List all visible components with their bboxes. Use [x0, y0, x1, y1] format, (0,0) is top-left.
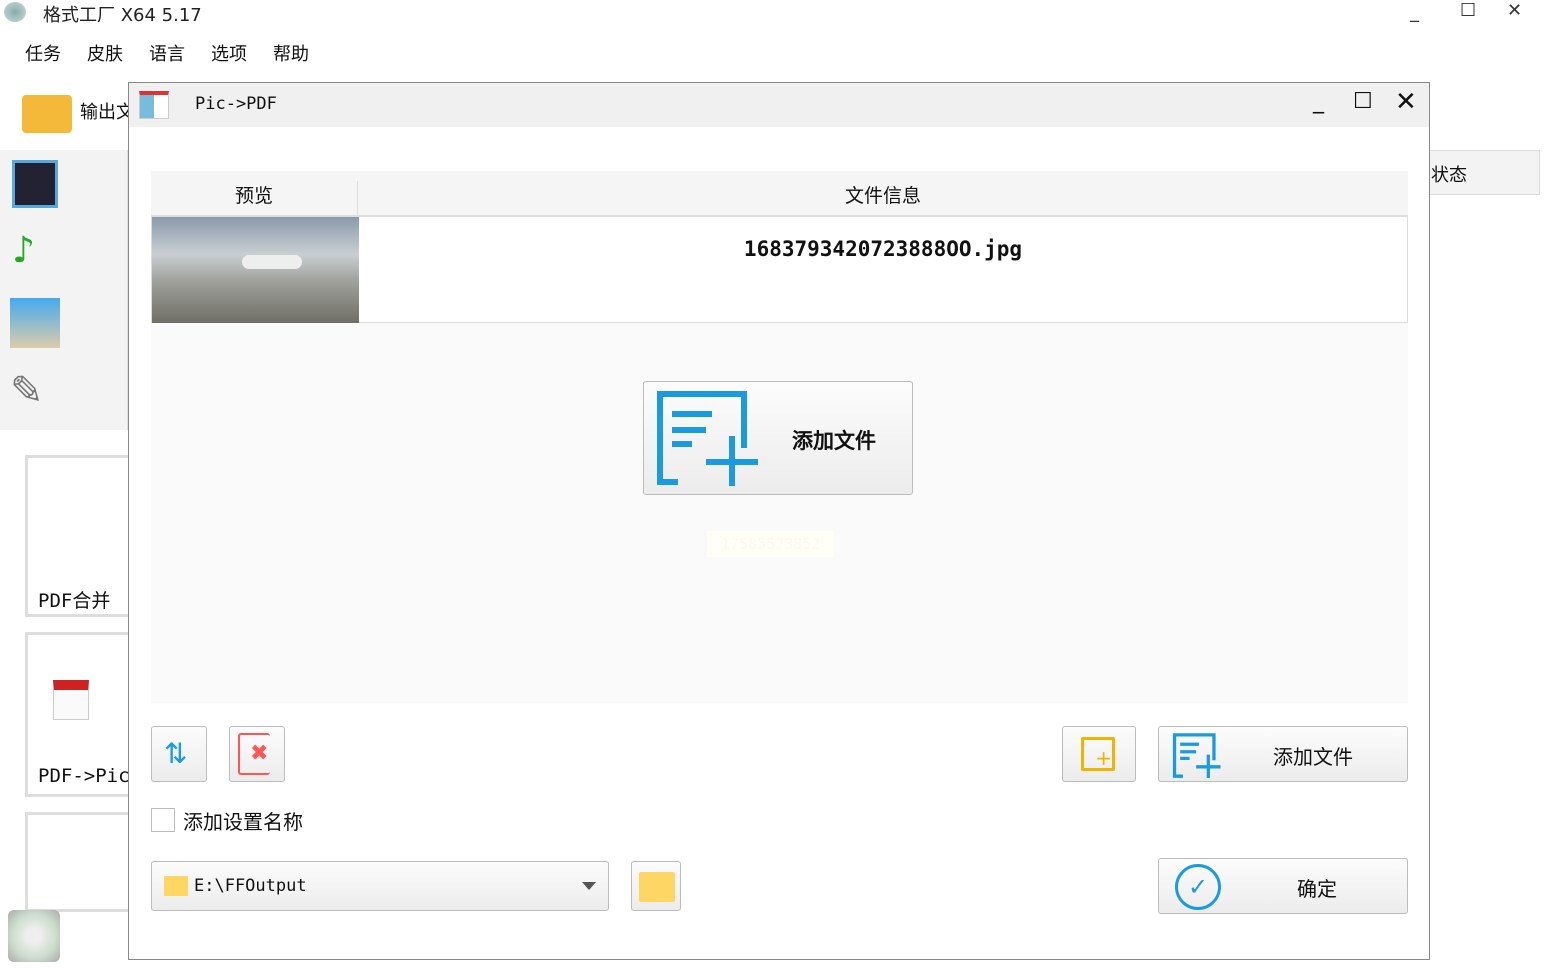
- add-setting-name-label[interactable]: 添加设置名称: [183, 806, 303, 835]
- folder-icon: [639, 872, 675, 902]
- file-list: 预览 文件信息 1683793420723888OO.jpg 添加文件 1758…: [151, 171, 1408, 703]
- card-pdf-merge[interactable]: PDF合并: [25, 455, 135, 617]
- preview-thumbnail: [152, 217, 359, 323]
- app-icon: [4, 2, 26, 22]
- browse-folder-button[interactable]: [631, 861, 681, 911]
- card-word[interactable]: [25, 812, 135, 912]
- menu-bar: 任务 皮肤 语言 选项 帮助: [25, 40, 309, 66]
- column-file-info: 文件信息: [844, 185, 921, 207]
- card-pdf-to-pic[interactable]: PDF->Pic: [25, 632, 135, 797]
- airplane-image: [242, 255, 302, 269]
- output-path-dropdown[interactable]: E:\FFOutput: [151, 861, 609, 911]
- menu-task[interactable]: 任务: [25, 40, 61, 66]
- output-folder-icon[interactable]: [22, 95, 72, 133]
- add-file-icon: [1172, 733, 1221, 779]
- document-icon[interactable]: ✎: [10, 368, 60, 420]
- sort-button[interactable]: ⇅: [151, 726, 207, 782]
- table-row[interactable]: 1683793420723888OO.jpg: [151, 216, 1408, 323]
- sort-icon: ⇅: [164, 737, 188, 770]
- add-setting-name-checkbox[interactable]: [151, 808, 175, 832]
- video-icon[interactable]: [12, 160, 58, 208]
- add-folder-button[interactable]: +: [1062, 726, 1136, 782]
- output-folder-label[interactable]: 输出文件夹: [80, 98, 128, 124]
- pic-to-pdf-dialog: Pic->PDF _ ☐ ✕ 预览 文件信息 1683793420723888O…: [128, 82, 1430, 960]
- menu-skin[interactable]: 皮肤: [87, 40, 123, 66]
- file-name: 1683793420723888OO.jpg: [743, 237, 1023, 261]
- sidebar: ♪ ✎: [0, 150, 128, 430]
- status-header: 状态: [1428, 150, 1540, 195]
- audio-icon[interactable]: ♪: [12, 230, 56, 280]
- app-title: 格式工厂 X64 5.17: [43, 5, 202, 26]
- minimize-button[interactable]: _: [1410, 2, 1419, 23]
- remove-button[interactable]: ✖: [229, 726, 285, 782]
- check-circle-icon: ✓: [1175, 864, 1221, 910]
- dialog-maximize-button[interactable]: ☐: [1353, 89, 1373, 114]
- ok-button[interactable]: ✓ 确定: [1158, 858, 1408, 914]
- dialog-titlebar: Pic->PDF _ ☐ ✕: [129, 83, 1429, 127]
- remove-file-icon: ✖: [238, 733, 270, 775]
- add-file-button[interactable]: 添加文件: [1158, 726, 1408, 782]
- list-header: 预览 文件信息: [151, 171, 1408, 216]
- chevron-down-icon: [582, 882, 596, 890]
- pdf-icon: [53, 680, 89, 720]
- add-file-large-button[interactable]: 添加文件: [643, 381, 913, 495]
- pic-pdf-icon: [139, 91, 169, 119]
- menu-help[interactable]: 帮助: [273, 40, 309, 66]
- folder-icon: [164, 876, 188, 896]
- disc-icon[interactable]: [8, 910, 60, 962]
- menu-options[interactable]: 选项: [211, 40, 247, 66]
- close-button[interactable]: ✕: [1507, 0, 1522, 21]
- dialog-close-button[interactable]: ✕: [1395, 87, 1417, 117]
- add-folder-icon: +: [1081, 737, 1115, 771]
- dialog-minimize-button[interactable]: _: [1313, 89, 1324, 114]
- dialog-title: Pic->PDF: [195, 94, 277, 114]
- maximize-button[interactable]: ☐: [1460, 0, 1476, 21]
- column-preview: 预览: [151, 181, 358, 216]
- add-file-icon: [657, 391, 758, 486]
- watermark: 17585523852: [707, 531, 835, 557]
- picture-icon[interactable]: [10, 298, 60, 348]
- menu-language[interactable]: 语言: [149, 40, 185, 66]
